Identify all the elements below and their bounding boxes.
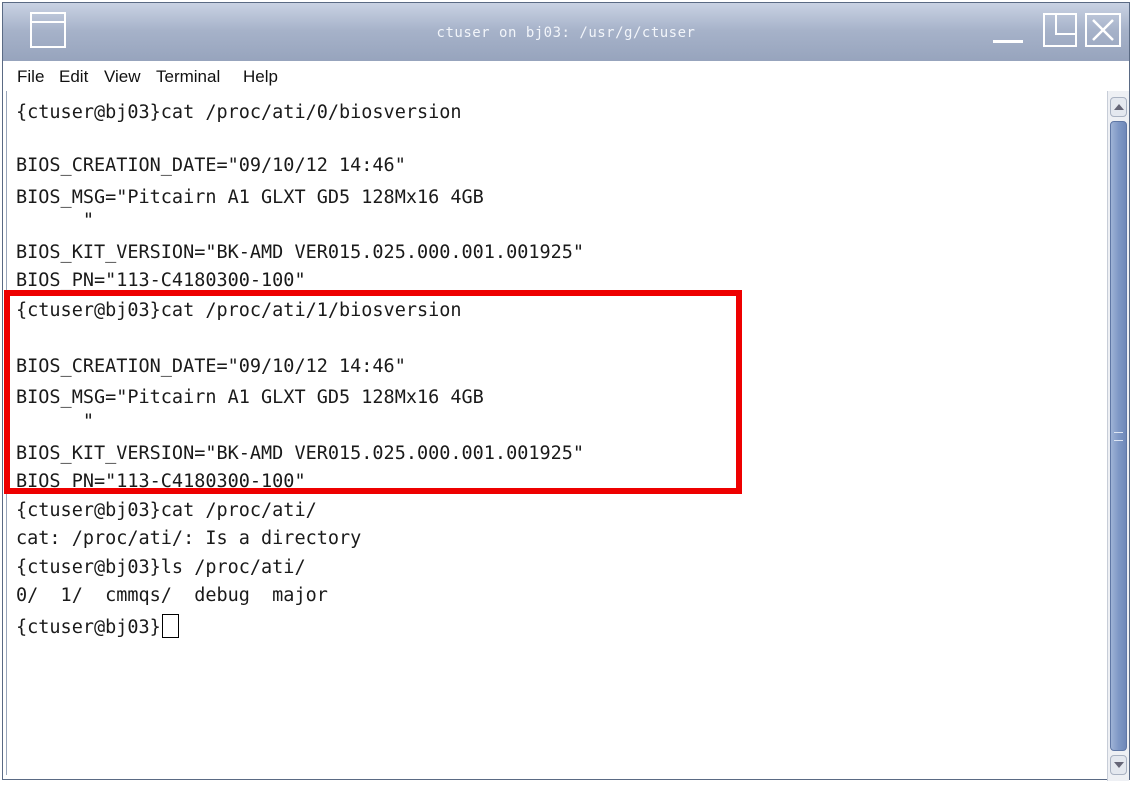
terminal-line: BIOS_PN="113-C4180300-100" — [16, 270, 306, 291]
terminal-line: BIOS_KIT_VERSION="BK-AMD VER015.025.000.… — [16, 242, 585, 263]
terminal-line: {ctuser@bj03}ls /proc/ati/ — [16, 557, 306, 578]
red-highlight-box — [4, 290, 742, 494]
terminal-line: {ctuser@bj03}cat /proc/ati/0/biosversion — [16, 102, 462, 123]
terminal-line: BIOS_MSG="Pitcairn A1 GLXT GD5 128Mx16 4… — [16, 187, 484, 208]
title-bar[interactable]: ctuser on bj03: /usr/g/ctuser — [3, 3, 1129, 62]
scroll-up-arrow-icon[interactable] — [1110, 97, 1127, 117]
menu-file[interactable]: File — [17, 67, 44, 87]
scroll-down-arrow-icon[interactable] — [1110, 755, 1127, 775]
grip-icon — [1114, 432, 1123, 441]
close-icon[interactable] — [1085, 13, 1121, 47]
menu-terminal[interactable]: Terminal — [156, 67, 220, 87]
menu-help[interactable]: Help — [243, 67, 278, 87]
terminal-line: " — [16, 210, 94, 231]
maximize-icon[interactable] — [1043, 13, 1077, 47]
terminal-prompt-line: {ctuser@bj03} — [16, 614, 179, 638]
terminal-line: {ctuser@bj03}cat /proc/ati/ — [16, 500, 317, 521]
scrollbar-thumb[interactable] — [1110, 121, 1127, 751]
text-cursor — [161, 614, 179, 638]
minimize-icon[interactable] — [991, 15, 1025, 45]
terminal-line: cat: /proc/ati/: Is a directory — [16, 528, 362, 549]
terminal-line: BIOS_CREATION_DATE="09/10/12 14:46" — [16, 155, 406, 176]
terminal-line: 0/ 1/ cmmqs/ debug major — [16, 585, 328, 606]
menu-edit[interactable]: Edit — [59, 67, 88, 87]
vertical-scrollbar[interactable] — [1107, 91, 1129, 781]
menu-bar: File Edit View Terminal Help — [3, 61, 1129, 89]
window-title: ctuser on bj03: /usr/g/ctuser — [436, 25, 696, 41]
menu-view[interactable]: View — [104, 67, 141, 87]
terminal-prompt: {ctuser@bj03} — [16, 617, 161, 638]
